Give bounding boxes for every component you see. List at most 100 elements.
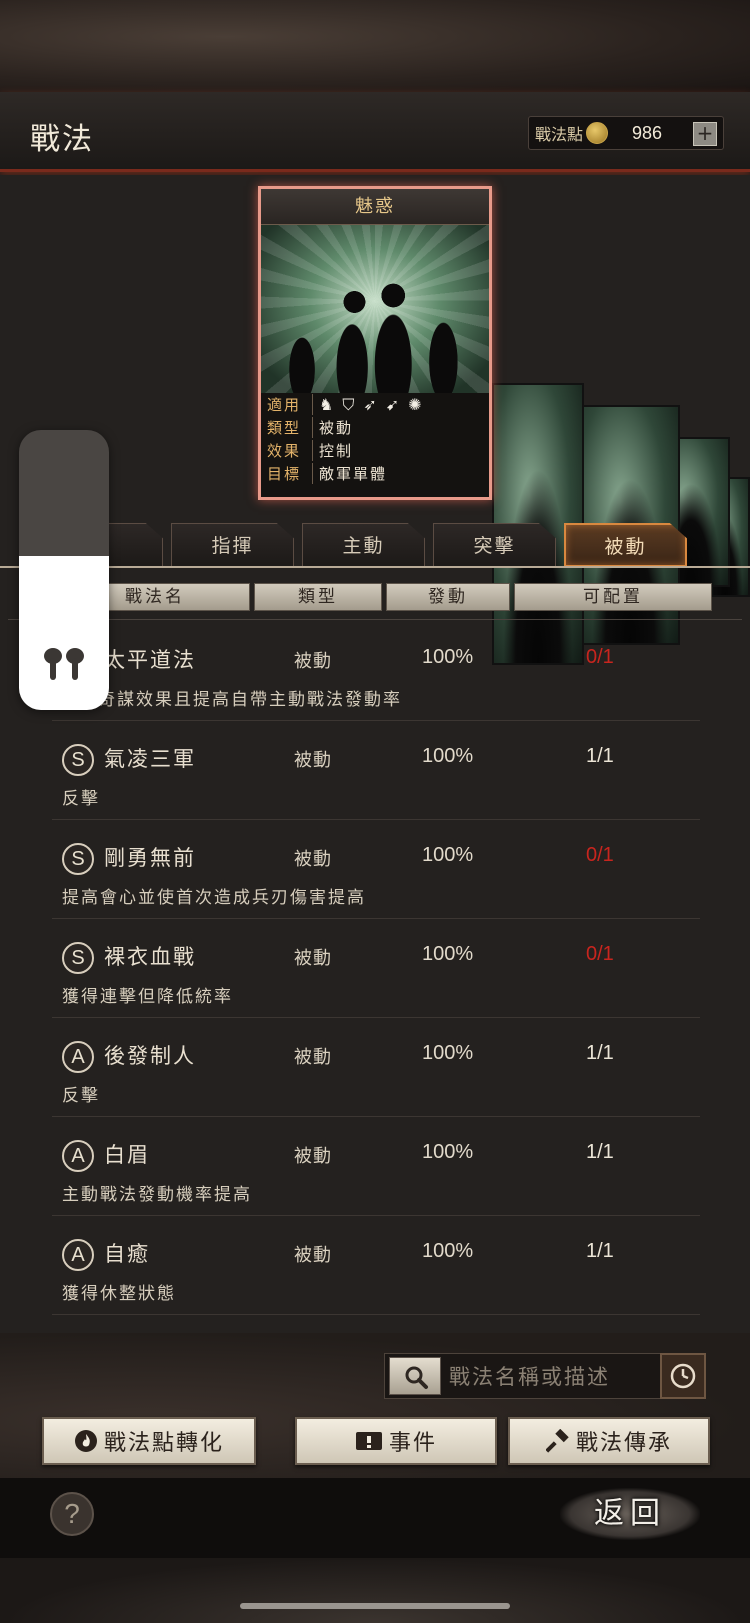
- skill-name: 自癒: [104, 1242, 150, 1266]
- convert-points-button[interactable]: 戰法點轉化: [42, 1417, 256, 1465]
- grade-badge: S: [62, 942, 94, 974]
- skill-type: 被動: [294, 948, 332, 969]
- skill-config: 1/1: [586, 1141, 614, 1163]
- bow-icon: ➶: [363, 394, 377, 414]
- search-input[interactable]: 戰法名稱或描述: [449, 1361, 610, 1391]
- skill-description: 提高會心並使首次造成兵刃傷害提高: [62, 888, 366, 908]
- tactic-points-display: 戰法點 986 +: [528, 116, 724, 150]
- skill-description: 獲得休整狀態: [62, 1284, 176, 1304]
- grade-badge: A: [62, 1041, 94, 1073]
- skill-type: 被動: [294, 1146, 332, 1167]
- card-row-apply: 適用 ♞ ⛉ ➶ ➹ ✺: [261, 393, 489, 416]
- history-button[interactable]: [660, 1353, 706, 1399]
- home-indicator[interactable]: [240, 1603, 510, 1609]
- grade-badge: A: [62, 1239, 94, 1271]
- featured-skill-card[interactable]: 魅惑 適用 ♞ ⛉ ➶ ➹ ✺ 類型 被動 效果 控制 目標 敵軍單體: [258, 186, 492, 500]
- clock-icon: [670, 1363, 696, 1389]
- wheel-icon: ✺: [408, 394, 422, 414]
- list-item[interactable]: S 太平道法 被動 100% 0/1 奇謀效果且提高自帶主動戰法發動率: [52, 622, 700, 721]
- list-item[interactable]: S 裸衣血戰 被動 100% 0/1 獲得連擊但降低統率: [52, 919, 700, 1018]
- skill-type: 被動: [294, 849, 332, 870]
- card-row-effect: 效果 控制: [261, 439, 489, 462]
- card-row-type: 類型 被動: [261, 416, 489, 439]
- list-item[interactable]: A 後發制人 被動 100% 1/1 反擊: [52, 1018, 700, 1117]
- add-points-button[interactable]: +: [693, 122, 717, 146]
- column-header-trigger[interactable]: 發動: [386, 583, 510, 611]
- top-background: [0, 0, 750, 92]
- card-row-target: 目標 敵軍單體: [261, 462, 489, 485]
- skill-name: 白眉: [104, 1143, 150, 1167]
- card-key: 類型: [267, 417, 313, 438]
- tab-passive[interactable]: 被動: [564, 523, 687, 567]
- apply-icons: ♞ ⛉ ➶ ➹ ✺: [319, 395, 422, 415]
- column-header-type[interactable]: 類型: [254, 583, 382, 611]
- events-button[interactable]: 事件: [295, 1417, 497, 1465]
- card-info: 適用 ♞ ⛉ ➶ ➹ ✺ 類型 被動 效果 控制 目標 敵軍單體: [261, 393, 489, 497]
- inherit-tactic-button[interactable]: 戰法傳承: [508, 1417, 710, 1465]
- skill-rate: 100%: [422, 943, 474, 965]
- help-button[interactable]: ?: [50, 1492, 94, 1536]
- card-key: 適用: [267, 394, 313, 415]
- ticket-icon: [355, 1432, 382, 1450]
- skill-list: S 太平道法 被動 100% 0/1 奇謀效果且提高自帶主動戰法發動率 S 氣凌…: [0, 622, 750, 1315]
- flame-icon: [74, 1430, 97, 1452]
- volume-level-fill: [19, 556, 109, 710]
- inherit-label: 戰法傳承: [575, 1431, 672, 1456]
- skill-type: 被動: [294, 1047, 332, 1068]
- skill-rate: 100%: [422, 1141, 474, 1163]
- skill-type: 被動: [294, 750, 332, 771]
- warriors-silhouette: [261, 263, 489, 393]
- card-title: 魅惑: [261, 189, 489, 225]
- volume-hud[interactable]: [19, 430, 109, 710]
- column-header-configurable[interactable]: 可配置: [514, 583, 712, 611]
- list-item[interactable]: S 氣凌三軍 被動 100% 1/1 反擊: [52, 721, 700, 820]
- points-label: 戰法點: [535, 125, 584, 144]
- grade-badge: A: [62, 1140, 94, 1172]
- skill-config: 1/1: [586, 745, 614, 767]
- column-headers: 戰法名 類型 發動 可配置: [60, 583, 712, 611]
- skill-config: 0/1: [586, 943, 614, 965]
- tab-active[interactable]: 主動: [302, 523, 425, 567]
- back-button[interactable]: 返回: [560, 1488, 700, 1540]
- skill-rate: 100%: [422, 1042, 474, 1064]
- list-item[interactable]: A 白眉 被動 100% 1/1 主動戰法發動機率提高: [52, 1117, 700, 1216]
- events-label: 事件: [388, 1431, 437, 1456]
- list-item[interactable]: S 剛勇無前 被動 100% 0/1 提高會心並使首次造成兵刃傷害提高: [52, 820, 700, 919]
- skill-rate: 100%: [422, 844, 474, 866]
- hammer-icon: [545, 1429, 569, 1453]
- tab-assault[interactable]: 突擊: [433, 523, 556, 567]
- skill-name: 後發制人: [104, 1044, 196, 1068]
- list-divider: [8, 619, 742, 620]
- skill-name: 剛勇無前: [104, 846, 196, 870]
- grade-badge: S: [62, 843, 94, 875]
- header-bar: 戰法 戰法點 986 +: [0, 92, 750, 172]
- bottom-decoration: [0, 1558, 750, 1623]
- skill-config: 1/1: [586, 1240, 614, 1262]
- skill-config: 0/1: [586, 844, 614, 866]
- coin-icon: [586, 122, 609, 144]
- search-button[interactable]: [389, 1357, 441, 1395]
- tab-divider: [0, 566, 750, 568]
- skill-config: 0/1: [586, 646, 614, 668]
- footer-bar: ? 返回: [0, 1478, 750, 1558]
- list-item[interactable]: A 自癒 被動 100% 1/1 獲得休整狀態: [52, 1216, 700, 1315]
- skill-name: 裸衣血戰: [104, 945, 196, 969]
- page-title: 戰法: [30, 122, 94, 157]
- skill-description: 獲得連擊但降低統率: [62, 987, 233, 1007]
- search-icon: [405, 1366, 428, 1389]
- tab-command[interactable]: 指揮: [171, 523, 294, 567]
- skill-config: 1/1: [586, 1042, 614, 1064]
- skill-rate: 100%: [422, 1240, 474, 1262]
- skill-type: 被動: [294, 651, 332, 672]
- card-value: 敵軍單體: [319, 465, 388, 483]
- skill-name: 氣凌三軍: [104, 747, 196, 771]
- shield-icon: ⛉: [342, 394, 355, 414]
- skill-rate: 100%: [422, 646, 474, 668]
- skill-type: 被動: [294, 1245, 332, 1266]
- grade-badge: S: [62, 744, 94, 776]
- card-key: 效果: [267, 440, 313, 461]
- search-box[interactable]: 戰法名稱或描述: [384, 1353, 706, 1399]
- skill-description: 奇謀效果且提高自帶主動戰法發動率: [98, 690, 402, 710]
- card-value: 控制: [319, 442, 354, 460]
- convert-label: 戰法點轉化: [103, 1431, 224, 1456]
